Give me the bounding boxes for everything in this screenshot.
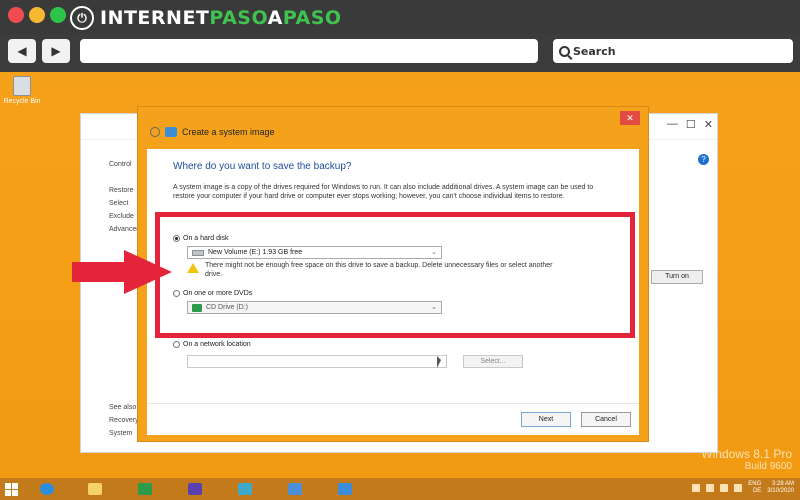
dialog-heading: Where do you want to save the backup? — [173, 161, 352, 172]
dialog-title: Create a system image — [182, 127, 275, 137]
store-icon — [138, 483, 152, 495]
browser-toolbar: ◀ ▶ Search — [0, 34, 800, 72]
dialog-close-button[interactable]: ✕ — [620, 111, 640, 125]
system-icon — [288, 483, 302, 495]
backup-icon — [338, 483, 352, 495]
taskbar-recovery[interactable] — [234, 480, 256, 498]
back-window-see-also: See also Recovery System — [109, 401, 139, 440]
site-logo: ⏻ INTERNETPASOAPASO — [70, 5, 342, 31]
back-arrow-icon: ◀ — [17, 44, 27, 58]
link-system[interactable]: System — [109, 427, 139, 440]
dialog-footer: Next Cancel — [147, 403, 639, 435]
back-circle-icon[interactable] — [150, 127, 160, 137]
minimize-window-button[interactable] — [29, 7, 45, 23]
taskbar-store[interactable] — [134, 480, 156, 498]
radio-network[interactable] — [173, 341, 180, 348]
option-network-label: On a network location — [183, 341, 251, 348]
logo-text-part4: PASO — [282, 7, 342, 29]
volume-icon[interactable] — [734, 484, 743, 492]
close-window-button[interactable] — [8, 7, 24, 23]
link-advanced[interactable]: Advanced — [109, 223, 140, 236]
search-input[interactable]: Search — [553, 39, 793, 63]
region-text: DE — [752, 488, 762, 494]
forward-button[interactable]: ▶ — [42, 39, 70, 63]
maximize-icon[interactable]: ☐ — [686, 118, 696, 131]
system-image-icon — [165, 127, 177, 137]
windows-logo-icon — [5, 483, 11, 489]
turn-on-button[interactable]: Turn on — [651, 270, 703, 284]
windows-logo-icon — [12, 490, 18, 496]
clock[interactable]: 3:28 AM 3/10/2020 — [767, 481, 794, 495]
search-placeholder: Search — [573, 44, 616, 58]
logo-text-part3: A — [267, 7, 283, 29]
link-recovery[interactable]: Recovery — [109, 414, 139, 427]
gear-icon — [188, 483, 202, 495]
language-indicator[interactable]: ENG DE — [748, 481, 761, 495]
red-arrow-icon — [72, 250, 172, 294]
network-select-button[interactable]: Select... — [463, 355, 523, 368]
network-icon[interactable] — [720, 484, 729, 492]
battery-icon[interactable] — [706, 484, 715, 492]
clock-date: 3/10/2020 — [767, 488, 794, 494]
taskbar: ENG DE 3:28 AM 3/10/2020 — [0, 478, 800, 500]
search-icon — [559, 45, 570, 57]
taskbar-system[interactable] — [284, 480, 306, 498]
taskbar-ie[interactable] — [36, 480, 58, 498]
next-button[interactable]: Next — [521, 412, 571, 427]
link-control[interactable]: Control — [109, 158, 140, 171]
taskbar-settings[interactable] — [184, 480, 206, 498]
logo-text: INTERNETPASOAPASO — [100, 7, 342, 29]
clock-time: 3:28 AM — [771, 481, 794, 487]
recycle-bin-icon — [13, 76, 31, 96]
lang-text: ENG — [748, 481, 762, 487]
logo-power-icon: ⏻ — [70, 6, 94, 30]
forward-arrow-icon: ▶ — [51, 44, 61, 58]
link-exclude[interactable]: Exclude — [109, 210, 140, 223]
dialog-description: A system image is a copy of the drives r… — [173, 184, 594, 200]
network-location-input[interactable] — [187, 355, 447, 368]
close-icon[interactable]: ✕ — [704, 118, 713, 131]
system-tray: ENG DE 3:28 AM 3/10/2020 — [692, 481, 794, 495]
internet-explorer-icon — [40, 483, 54, 495]
back-button[interactable]: ◀ — [8, 39, 36, 63]
help-icon[interactable]: ? — [698, 154, 709, 165]
recovery-icon — [238, 483, 252, 495]
recycle-bin-label: Recycle Bin — [3, 98, 41, 105]
taskbar-explorer[interactable] — [84, 480, 106, 498]
start-button[interactable] — [2, 480, 22, 498]
maximize-window-button[interactable] — [50, 7, 66, 23]
back-window-controls: — ☐ ✕ — [667, 118, 713, 131]
cancel-button[interactable]: Cancel — [581, 412, 631, 427]
windows-logo-icon — [5, 490, 11, 496]
link-select[interactable]: Select — [109, 197, 140, 210]
option-network[interactable]: On a network location — [173, 341, 251, 348]
link-restore[interactable]: Restore — [109, 184, 140, 197]
title-bar: ⏻ INTERNETPASOAPASO — [0, 0, 800, 34]
taskbar-backup[interactable] — [334, 480, 356, 498]
browser-chrome: ⏻ INTERNETPASOAPASO ◀ ▶ Search — [0, 0, 800, 72]
flag-icon[interactable] — [692, 484, 701, 492]
minimize-icon[interactable]: — — [667, 118, 678, 131]
recycle-bin[interactable]: Recycle Bin — [2, 76, 42, 105]
watermark-line2: Build 9600 — [744, 461, 792, 472]
see-also-label: See also — [109, 404, 137, 411]
address-bar[interactable] — [80, 39, 538, 63]
windows-logo-icon — [12, 483, 18, 489]
logo-text-part1: INTERNET — [100, 7, 210, 29]
logo-text-part2: PASO — [209, 7, 268, 29]
highlight-box — [155, 212, 635, 338]
back-window-left-links: Control Restore Select Exclude Advanced — [109, 158, 140, 236]
file-explorer-icon — [88, 483, 102, 495]
dialog-title-bar: Create a system image — [150, 127, 275, 137]
mouse-cursor-icon — [437, 356, 441, 368]
